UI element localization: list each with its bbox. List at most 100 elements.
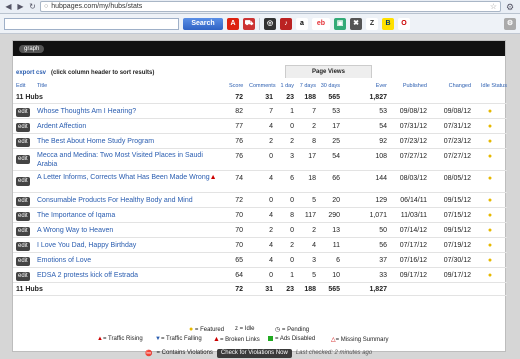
legend-missing: △= Missing Summary bbox=[331, 336, 388, 343]
summary-label: 11 Hubs bbox=[16, 94, 43, 101]
edit-button-wrap: edit bbox=[16, 171, 30, 188]
hub-score: 76 bbox=[235, 153, 243, 160]
legend-falling-text: = Traffic Falling bbox=[160, 336, 202, 342]
edit-button[interactable]: edit bbox=[16, 123, 30, 132]
col-published-header[interactable]: Published bbox=[397, 81, 427, 91]
col-status-header[interactable]: Idle Status bbox=[481, 81, 507, 91]
bestbuy-icon[interactable]: B bbox=[382, 17, 394, 30]
hub-views-30days: 17 bbox=[332, 123, 340, 130]
cart-icon[interactable]: ⛟ bbox=[243, 17, 255, 30]
hub-title-cell: A Letter Informs, Corrects What Has Been… bbox=[37, 173, 222, 182]
summary-7days: 188 bbox=[304, 286, 316, 293]
col-30days-header[interactable]: 30 days bbox=[320, 81, 340, 91]
settings-icon[interactable]: ⚙ bbox=[504, 17, 516, 30]
summary-ever: 1,827 bbox=[369, 94, 387, 101]
legend-idle: z = Idle bbox=[235, 326, 255, 332]
pending-icon: ◷ bbox=[275, 327, 281, 333]
opera-icon[interactable]: O bbox=[398, 17, 410, 30]
tools-icon[interactable]: ✖ bbox=[350, 17, 362, 30]
reload-icon[interactable]: ↻ bbox=[28, 2, 37, 11]
check-violations-button[interactable]: Check for Violations Now bbox=[216, 348, 292, 358]
hub-views-1day: 6 bbox=[290, 175, 294, 182]
featured-icon: ● bbox=[487, 257, 493, 264]
col-1day-header[interactable]: 1 day bbox=[279, 81, 294, 91]
address-bar[interactable]: ○ hubpages.com/my/hubs/stats ☆ bbox=[40, 1, 501, 12]
hub-title-link[interactable]: A Letter Informs, Corrects What Has Been… bbox=[37, 174, 210, 181]
ebay-icon[interactable]: eb bbox=[312, 17, 330, 30]
summary-1day: 23 bbox=[286, 286, 294, 293]
browser-toolbar: Search A ⛟ ◎ ♪ a eb ▣ ✖ Z B O ⚙ bbox=[0, 14, 520, 34]
wrench-icon[interactable]: ⚙ bbox=[504, 2, 516, 12]
col-7days-header[interactable]: 7 days bbox=[298, 81, 316, 91]
edit-button-wrap: edit bbox=[16, 193, 30, 208]
summary-score: 72 bbox=[235, 94, 243, 101]
hub-views-7days: 3 bbox=[312, 257, 316, 264]
page-icon: ○ bbox=[44, 3, 49, 10]
legend-rising: ▲= Traffic Rising bbox=[97, 336, 143, 342]
col-comments-header[interactable]: Comments bbox=[249, 81, 276, 91]
hub-title-link[interactable]: Emotions of Love bbox=[37, 257, 91, 264]
hub-views-30days: 20 bbox=[332, 197, 340, 204]
legend-ads-text: = Ads Disabled bbox=[275, 336, 316, 343]
legend-featured-text: = Featured bbox=[194, 327, 225, 333]
hub-title-cell: Whose Thoughts Am I Hearing? bbox=[37, 104, 222, 119]
idle-icon: z bbox=[235, 326, 238, 332]
hub-title-link[interactable]: EDSA 2 protests kick off Estrada bbox=[37, 272, 138, 279]
z-icon[interactable]: Z bbox=[366, 17, 378, 30]
edit-button[interactable]: edit bbox=[16, 197, 30, 206]
hub-views-1day: 2 bbox=[290, 242, 294, 249]
back-icon[interactable]: ◀ bbox=[4, 2, 13, 11]
bookmark-star-icon[interactable]: ☆ bbox=[490, 2, 497, 11]
hub-views-year: 108 bbox=[375, 153, 387, 160]
hub-title-link[interactable]: A Wrong Way to Heaven bbox=[37, 227, 113, 234]
hub-views-30days: 10 bbox=[332, 272, 340, 279]
violations-footer: ⛔ = Contains Violations Check for Violat… bbox=[145, 348, 372, 358]
graph-button[interactable]: graph bbox=[19, 44, 45, 53]
hub-views-7days: 17 bbox=[308, 153, 316, 160]
col-title-header[interactable]: Title bbox=[37, 81, 222, 91]
itunes-icon[interactable]: ♪ bbox=[280, 17, 292, 30]
edit-button[interactable]: edit bbox=[16, 108, 30, 117]
hub-title-link[interactable]: Ardent Affection bbox=[37, 123, 86, 130]
hub-title-link[interactable]: The Importance of Iqama bbox=[37, 212, 115, 219]
hub-views-year: 92 bbox=[379, 138, 387, 145]
hub-title-cell: Emotions of Love bbox=[37, 253, 222, 268]
toolbar-search-button[interactable]: Search bbox=[183, 17, 223, 30]
featured-icon: ● bbox=[487, 227, 493, 234]
col-ever-header[interactable]: Ever bbox=[365, 81, 387, 91]
edit-button[interactable]: edit bbox=[16, 227, 30, 236]
csv-row: export csv (click column header to sort … bbox=[13, 65, 507, 78]
hub-score: 70 bbox=[235, 212, 243, 219]
hub-title-link[interactable]: Whose Thoughts Am I Hearing? bbox=[37, 108, 136, 115]
hub-score: 76 bbox=[235, 138, 243, 145]
shop-icon[interactable]: ▣ bbox=[334, 17, 346, 30]
featured-icon: ● bbox=[487, 212, 493, 219]
page-views-tab[interactable]: Page Views bbox=[285, 65, 372, 78]
edit-button[interactable]: edit bbox=[16, 177, 30, 186]
edit-button[interactable]: edit bbox=[16, 138, 30, 147]
edit-button[interactable]: edit bbox=[16, 272, 30, 281]
legend-falling: ▼= Traffic Falling bbox=[155, 336, 202, 342]
edit-button[interactable]: edit bbox=[16, 155, 30, 164]
export-csv-link[interactable]: export csv bbox=[16, 70, 46, 76]
table-row: edit I Love You Dad, Happy Birthday 70 4 2 4 1… bbox=[13, 238, 507, 253]
edit-button[interactable]: edit bbox=[16, 257, 30, 266]
hub-title-link[interactable]: I Love You Dad, Happy Birthday bbox=[37, 242, 136, 249]
col-changed-header[interactable]: Changed bbox=[441, 81, 471, 91]
hub-views-1day: 0 bbox=[290, 257, 294, 264]
edit-button[interactable]: edit bbox=[16, 242, 30, 251]
col-score-header[interactable]: Score bbox=[229, 81, 243, 91]
hub-title-link[interactable]: The Best About Home Study Program bbox=[37, 138, 154, 145]
ask-icon[interactable]: A bbox=[227, 17, 239, 30]
toolbar-search-input[interactable] bbox=[4, 17, 179, 30]
hub-title-link[interactable]: Mecca and Medina: Two Most Visited Place… bbox=[37, 152, 203, 168]
hub-published: 07/27/12 bbox=[399, 153, 427, 160]
featured-icon: ● bbox=[487, 175, 493, 182]
forward-icon[interactable]: ▶ bbox=[16, 2, 25, 11]
compass-icon[interactable]: ◎ bbox=[264, 17, 276, 30]
edit-button[interactable]: edit bbox=[16, 212, 30, 221]
hub-title-link[interactable]: Consumable Products For Healthy Body and… bbox=[37, 197, 193, 204]
hub-changed: 07/27/12 bbox=[443, 153, 471, 160]
col-edit-header[interactable]: Edit bbox=[16, 81, 25, 91]
amazon-icon[interactable]: a bbox=[296, 17, 308, 30]
